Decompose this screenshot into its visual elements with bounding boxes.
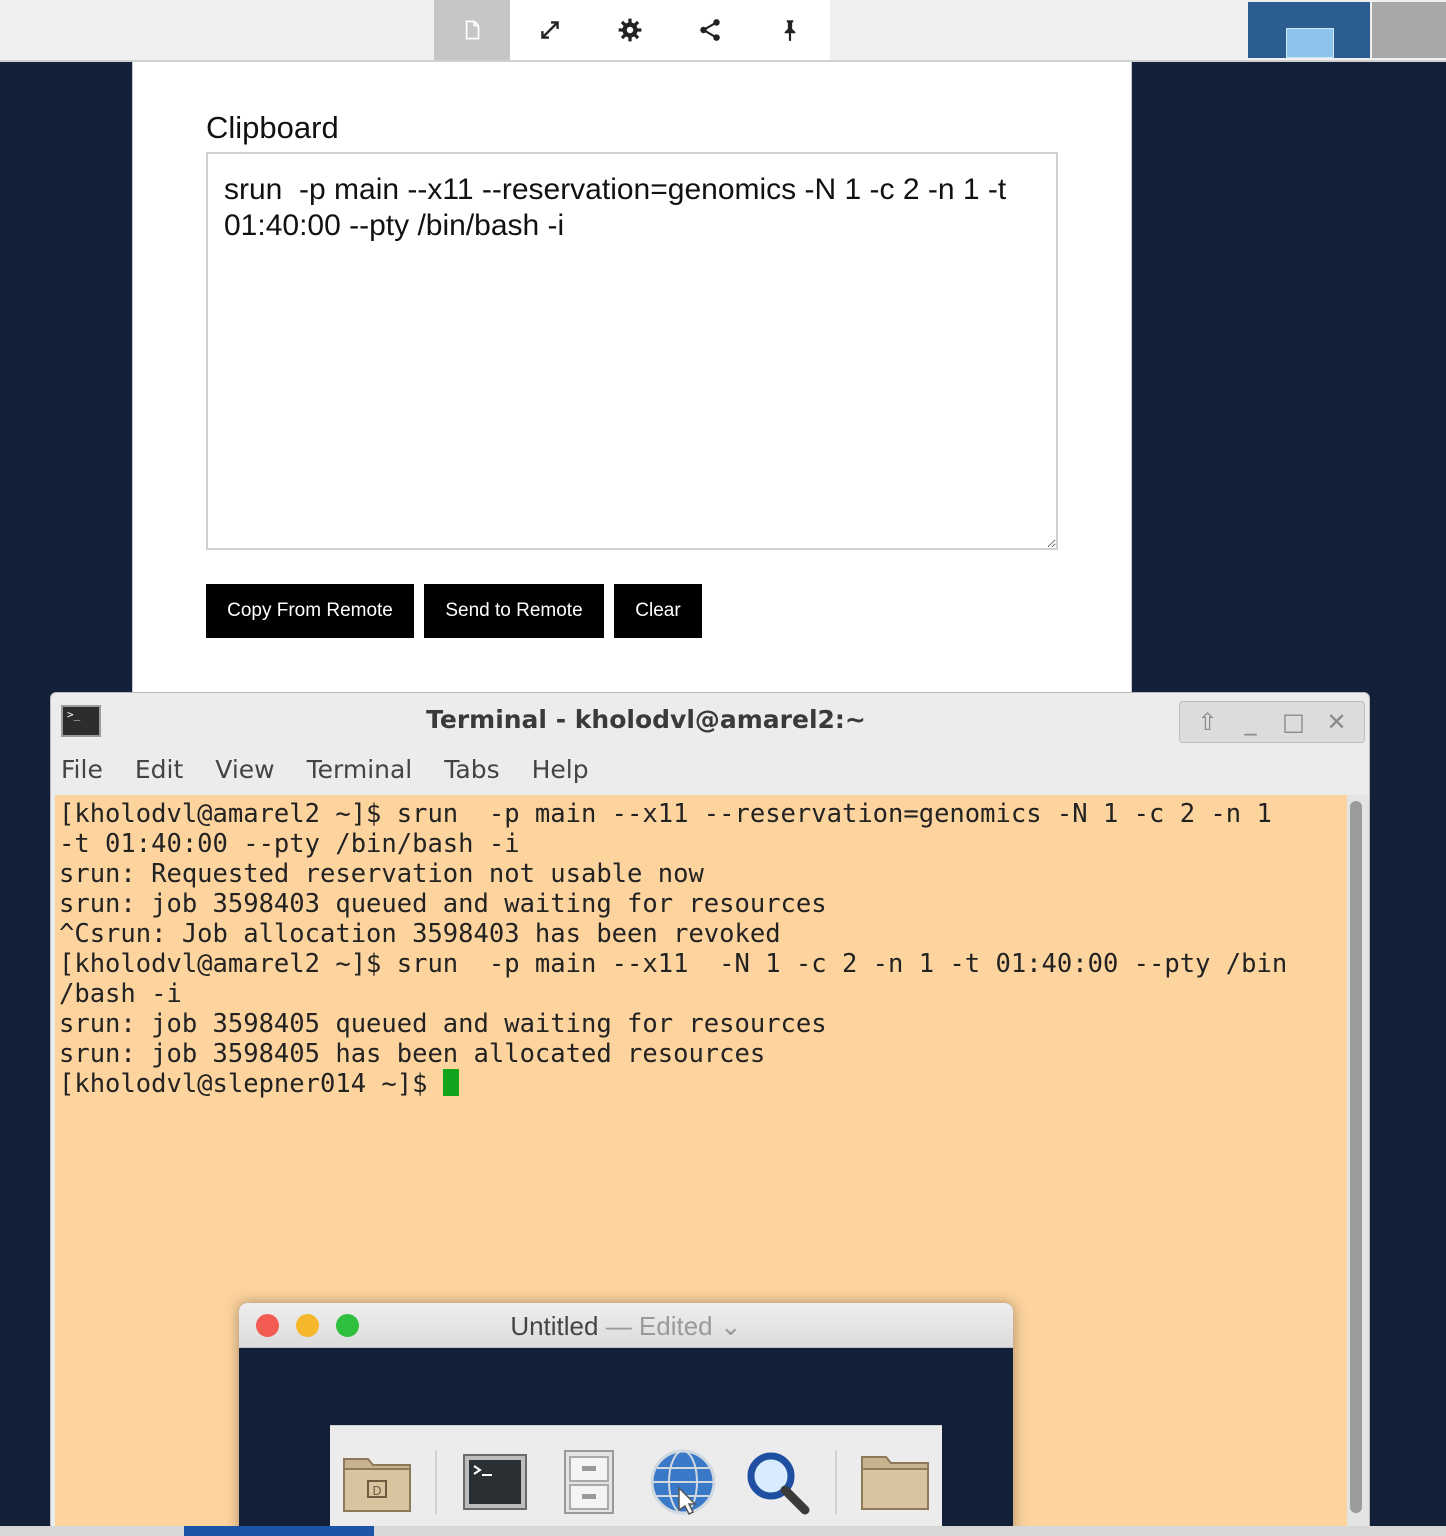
clipboard-textarea[interactable]: srun -p main --x11 --reservation=genomic… xyxy=(206,152,1058,550)
dock-separator xyxy=(435,1449,437,1514)
menu-file[interactable]: File xyxy=(61,755,103,784)
clipboard-title: Clipboard xyxy=(206,110,339,145)
terminal-title: Terminal - kholodvl@amarel2:~ xyxy=(426,705,866,734)
search-icon xyxy=(747,1452,810,1514)
svg-text:D: D xyxy=(372,1484,381,1498)
home-folder-icon: D xyxy=(343,1457,411,1512)
dock-separator xyxy=(835,1449,837,1514)
menu-help[interactable]: Help xyxy=(532,755,589,784)
folder-icon xyxy=(861,1455,929,1510)
window-controls: ⇧ _ □ ✕ xyxy=(1179,701,1365,743)
clipboard-panel: Clipboard srun -p main --x11 --reservati… xyxy=(132,62,1132,703)
share-button[interactable] xyxy=(670,0,750,60)
terminal-icon xyxy=(463,1453,527,1510)
clipboard-icon xyxy=(465,20,480,40)
web-browser-launcher[interactable] xyxy=(647,1446,719,1518)
maximize-icon[interactable]: □ xyxy=(1276,708,1312,736)
terminal-line: /bash -i xyxy=(59,979,182,1009)
share-icon xyxy=(700,19,720,41)
taskbar-active-item[interactable] xyxy=(184,1526,374,1536)
clear-button[interactable]: Clear xyxy=(614,584,702,638)
toolbar-button-group xyxy=(434,0,830,60)
scrollbar-thumb[interactable] xyxy=(1350,801,1362,1513)
display-thumbnail-window xyxy=(1286,28,1334,58)
gear-icon xyxy=(618,18,642,42)
close-icon[interactable]: ✕ xyxy=(1319,708,1355,736)
terminal-prompt: [kholodvl@slepner014 ~]$ xyxy=(59,1069,443,1099)
minimize-icon[interactable]: _ xyxy=(1233,708,1269,736)
search-launcher[interactable] xyxy=(741,1446,813,1518)
display-thumbnail-active[interactable] xyxy=(1248,2,1370,58)
menu-edit[interactable]: Edit xyxy=(135,755,183,784)
home-folder-button[interactable]: D xyxy=(341,1446,413,1518)
pin-icon xyxy=(784,20,796,41)
menu-terminal[interactable]: Terminal xyxy=(307,755,413,784)
document-name: Untitled xyxy=(510,1311,599,1341)
title-separator: — xyxy=(598,1311,639,1341)
pin-button[interactable] xyxy=(750,0,830,60)
clipboard-button[interactable] xyxy=(434,0,510,60)
terminal-line: -t 01:40:00 --pty /bin/bash -i xyxy=(59,829,520,859)
fullscreen-icon xyxy=(541,21,559,39)
fullscreen-button[interactable] xyxy=(510,0,590,60)
file-cabinet-icon xyxy=(564,1449,614,1514)
terminal-line: [kholodvl@amarel2 ~]$ srun -p main --x11… xyxy=(59,949,1288,979)
mac-titlebar: Untitled — Edited ⌄ xyxy=(239,1303,1013,1348)
shade-icon[interactable]: ⇧ xyxy=(1190,708,1226,736)
copy-from-remote-button[interactable]: Copy From Remote xyxy=(206,584,414,638)
file-cabinet-launcher[interactable] xyxy=(553,1446,625,1518)
terminal-menubar: File Edit View Terminal Tabs Help xyxy=(61,755,621,784)
terminal-line: [kholodvl@amarel2 ~]$ srun -p main --x11… xyxy=(59,799,1272,829)
untitled-window: Untitled — Edited ⌄ D xyxy=(239,1303,1013,1536)
display-thumbnail[interactable] xyxy=(1372,2,1446,58)
web-browser-icon xyxy=(650,1449,716,1515)
terminal-scrollbar[interactable] xyxy=(1347,795,1369,1535)
menu-view[interactable]: View xyxy=(215,755,274,784)
terminal-line: srun: job 3598405 queued and waiting for… xyxy=(59,1009,827,1039)
settings-button[interactable] xyxy=(590,0,670,60)
terminal-launcher[interactable] xyxy=(459,1446,531,1518)
edited-status: Edited xyxy=(638,1311,713,1341)
send-to-remote-button[interactable]: Send to Remote xyxy=(424,584,604,638)
top-toolbar xyxy=(0,0,1446,62)
terminal-line: srun: job 3598403 queued and waiting for… xyxy=(59,889,827,919)
terminal-line: ^Csrun: Job allocation 3598403 has been … xyxy=(59,919,781,949)
menu-tabs[interactable]: Tabs xyxy=(444,755,499,784)
terminal-line: srun: job 3598405 has been allocated res… xyxy=(59,1039,766,1069)
mac-window-title[interactable]: Untitled — Edited ⌄ xyxy=(239,1311,1013,1342)
app-dock: D xyxy=(330,1425,942,1536)
chevron-down-icon: ⌄ xyxy=(719,1311,742,1341)
terminal-cursor xyxy=(442,1069,459,1096)
terminal-line: srun: Requested reservation not usable n… xyxy=(59,859,704,889)
terminal-prompt-line: [kholodvl@slepner014 ~]$ xyxy=(59,1069,1343,1099)
folder-launcher[interactable] xyxy=(859,1446,931,1518)
